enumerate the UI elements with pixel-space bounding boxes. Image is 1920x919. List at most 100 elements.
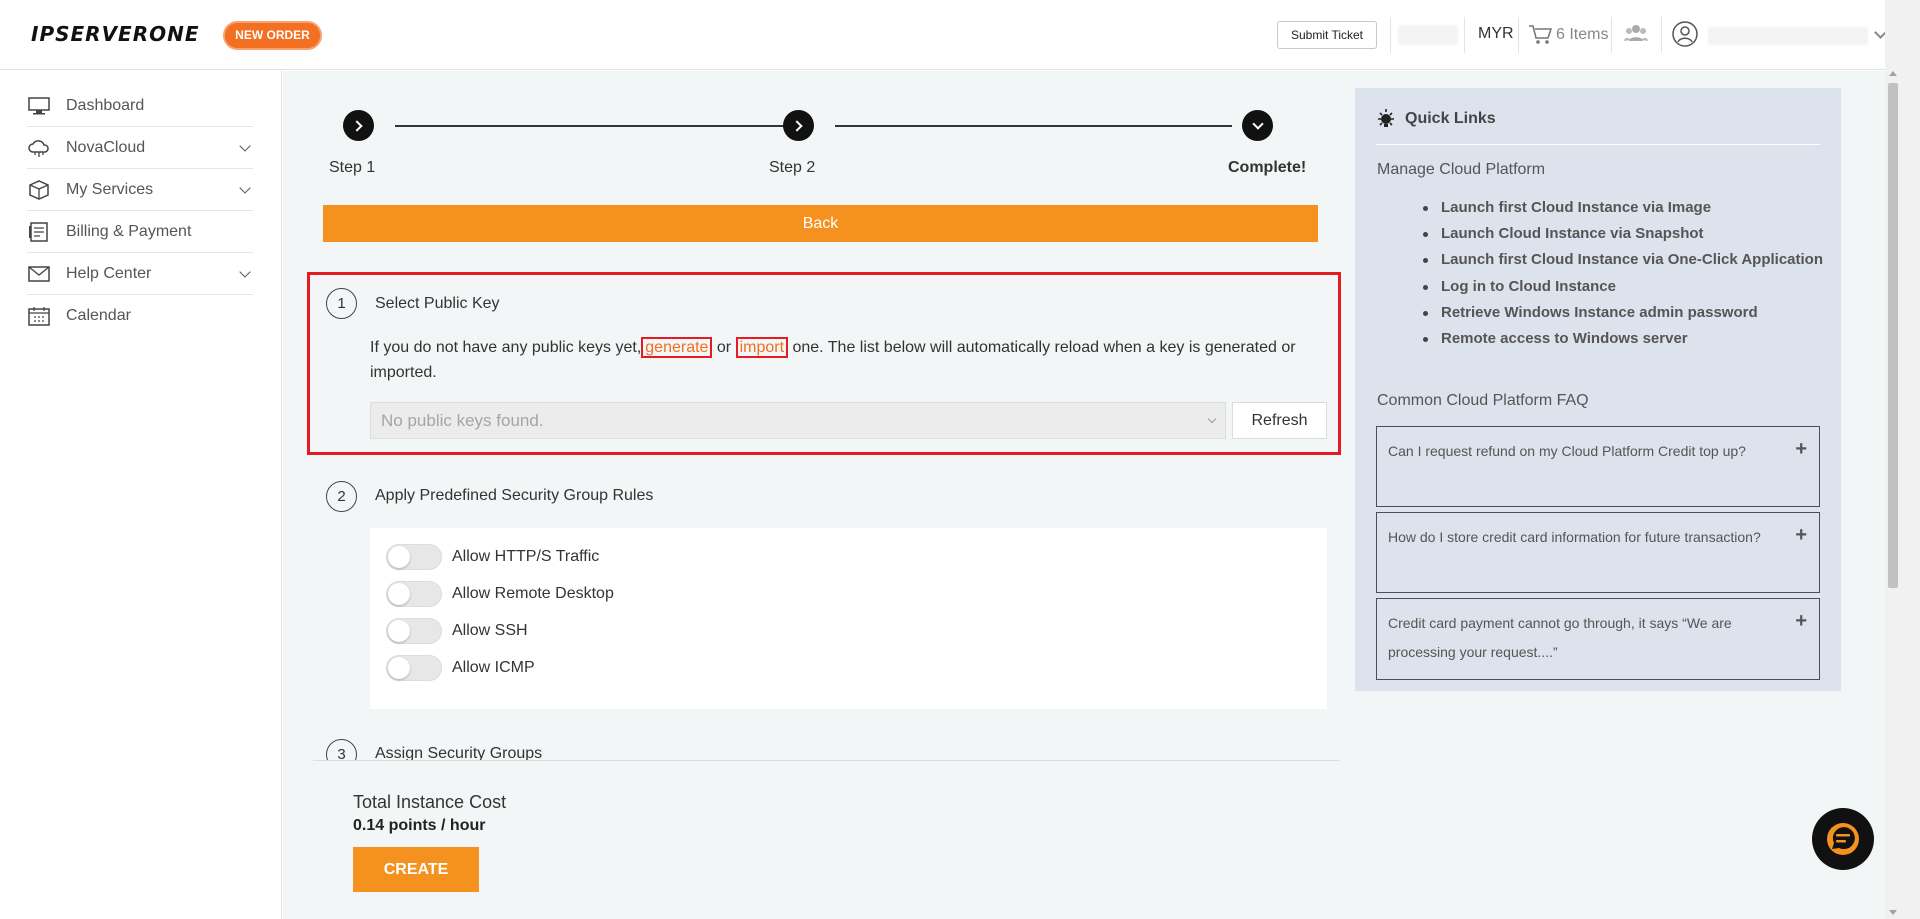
quick-links-divider — [1376, 144, 1820, 145]
lightbulb-icon — [1376, 108, 1396, 135]
section-number: 1 — [326, 288, 357, 319]
chevron-down-icon[interactable] — [239, 139, 251, 152]
header-divider — [1661, 17, 1662, 53]
chevron-down-icon — [1207, 414, 1217, 424]
faq-heading: Common Cloud Platform FAQ — [1377, 392, 1589, 409]
toggle-label: Allow ICMP — [452, 659, 535, 676]
cloud-icon — [27, 137, 51, 159]
total-cost-label: Total Instance Cost — [353, 792, 507, 812]
header-divider — [1518, 17, 1519, 53]
footer-divider — [313, 760, 1340, 761]
scroll-down-arrow-icon[interactable] — [1889, 910, 1897, 915]
quick-link-item[interactable]: Retrieve Windows Instance admin password — [1422, 302, 1823, 328]
step-2-indicator[interactable] — [783, 110, 814, 141]
public-key-select[interactable]: No public keys found. — [370, 402, 1226, 439]
quick-links-title: Quick Links — [1405, 110, 1496, 127]
scroll-up-arrow-icon[interactable] — [1889, 71, 1897, 76]
plus-icon[interactable]: + — [1795, 439, 1807, 459]
rule-row-http: Allow HTTP/S Traffic — [386, 544, 599, 570]
redacted-username — [1708, 27, 1868, 45]
http-toggle[interactable] — [386, 544, 442, 570]
chat-button[interactable] — [1812, 808, 1874, 870]
submit-ticket-button[interactable]: Submit Ticket — [1277, 21, 1377, 49]
plus-icon[interactable]: + — [1795, 525, 1807, 545]
toggle-label: Allow HTTP/S Traffic — [452, 548, 600, 565]
top-bar: IPSERVERONE NEW ORDER Submit Ticket MYR … — [0, 0, 1887, 70]
step-complete-indicator[interactable] — [1242, 110, 1273, 141]
sidebar-item-help-center[interactable]: Help Center — [27, 253, 253, 295]
chevron-down-icon[interactable] — [239, 181, 251, 194]
manage-cloud-heading: Manage Cloud Platform — [1377, 161, 1546, 178]
import-link[interactable]: import — [735, 337, 789, 358]
faq-item[interactable]: Can I request refund on my Cloud Platfor… — [1376, 426, 1820, 507]
toggle-label: Allow SSH — [452, 622, 528, 639]
faq-question: Credit card payment cannot go through, i… — [1388, 615, 1732, 660]
chevron-down-icon[interactable] — [239, 265, 251, 278]
step-complete-label: Complete! — [1228, 159, 1307, 176]
sidebar-item-novacloud[interactable]: NovaCloud — [27, 127, 253, 169]
section-number: 2 — [326, 481, 357, 512]
chevron-down-icon — [1251, 117, 1264, 130]
billing-icon — [27, 221, 51, 243]
box-icon — [27, 179, 51, 201]
stepper-connector — [835, 125, 1232, 127]
sidebar-item-calendar[interactable]: Calendar — [27, 295, 253, 337]
scrollbar-thumb[interactable] — [1888, 83, 1898, 588]
faq-item[interactable]: Credit card payment cannot go through, i… — [1376, 598, 1820, 680]
sidebar-item-dashboard[interactable]: Dashboard — [27, 85, 253, 127]
sidebar-item-billing[interactable]: Billing & Payment — [27, 211, 253, 253]
cart-count: 6 Items — [1556, 26, 1609, 43]
step-1-indicator[interactable] — [343, 110, 374, 141]
monitor-icon — [27, 95, 51, 117]
cost-footer — [283, 761, 1885, 919]
cart-button[interactable]: 6 Items — [1528, 24, 1608, 46]
back-button[interactable]: Back — [323, 205, 1318, 242]
redacted-balance — [1398, 25, 1458, 45]
team-icon[interactable] — [1624, 22, 1648, 49]
currency-selector[interactable]: MYR — [1478, 25, 1514, 43]
sidebar: Dashboard NovaCloud My Services Billing … — [0, 70, 282, 919]
calendar-icon — [27, 305, 51, 327]
header-divider — [1390, 17, 1391, 53]
create-button[interactable]: CREATE — [353, 847, 479, 892]
total-cost-value: 0.14 points / hour — [353, 817, 486, 834]
rule-row-icmp: Allow ICMP — [386, 655, 535, 681]
sidebar-item-label: Help Center — [66, 264, 152, 282]
chevron-right-icon — [351, 119, 363, 132]
quick-link-item[interactable]: Launch first Cloud Instance via Image — [1422, 197, 1823, 223]
cart-icon — [1529, 25, 1552, 44]
toggle-label: Allow Remote Desktop — [452, 585, 614, 602]
section-title: Select Public Key — [375, 295, 500, 312]
quick-link-item[interactable]: Remote access to Windows server — [1422, 328, 1823, 354]
header-divider — [1611, 17, 1612, 53]
quick-link-item[interactable]: Launch first Cloud Instance via One-Clic… — [1422, 249, 1823, 275]
new-order-button[interactable]: NEW ORDER — [223, 21, 322, 50]
section-title: Apply Predefined Security Group Rules — [375, 487, 654, 504]
description-text: or — [712, 339, 736, 356]
ssh-toggle[interactable] — [386, 618, 442, 644]
chat-icon — [1827, 823, 1859, 855]
generate-link[interactable]: generate — [641, 337, 713, 358]
faq-item[interactable]: How do I store credit card information f… — [1376, 512, 1820, 593]
quick-link-item[interactable]: Launch Cloud Instance via Snapshot — [1422, 223, 1823, 249]
user-avatar-icon[interactable] — [1672, 21, 1698, 52]
sidebar-item-label: NovaCloud — [66, 138, 146, 156]
sidebar-item-label: My Services — [66, 180, 154, 198]
quick-links-list: Launch first Cloud Instance via Image La… — [1422, 197, 1823, 354]
mail-icon — [27, 263, 51, 285]
sidebar-item-my-services[interactable]: My Services — [27, 169, 253, 211]
sidebar-item-label: Billing & Payment — [66, 222, 192, 240]
quick-link-item[interactable]: Log in to Cloud Instance — [1422, 276, 1823, 302]
rule-row-ssh: Allow SSH — [386, 618, 528, 644]
faq-question: How do I store credit card information f… — [1388, 529, 1761, 545]
select-placeholder: No public keys found. — [381, 411, 544, 430]
faq-question: Can I request refund on my Cloud Platfor… — [1388, 443, 1746, 459]
chevron-right-icon — [791, 119, 803, 132]
brand-logo[interactable]: IPSERVERONE — [31, 22, 200, 46]
remote-desktop-toggle[interactable] — [386, 581, 442, 607]
refresh-button[interactable]: Refresh — [1232, 402, 1327, 439]
icmp-toggle[interactable] — [386, 655, 442, 681]
plus-icon[interactable]: + — [1795, 611, 1807, 631]
rule-row-rdp: Allow Remote Desktop — [386, 581, 614, 607]
public-key-description: If you do not have any public keys yet, g… — [370, 335, 1325, 385]
